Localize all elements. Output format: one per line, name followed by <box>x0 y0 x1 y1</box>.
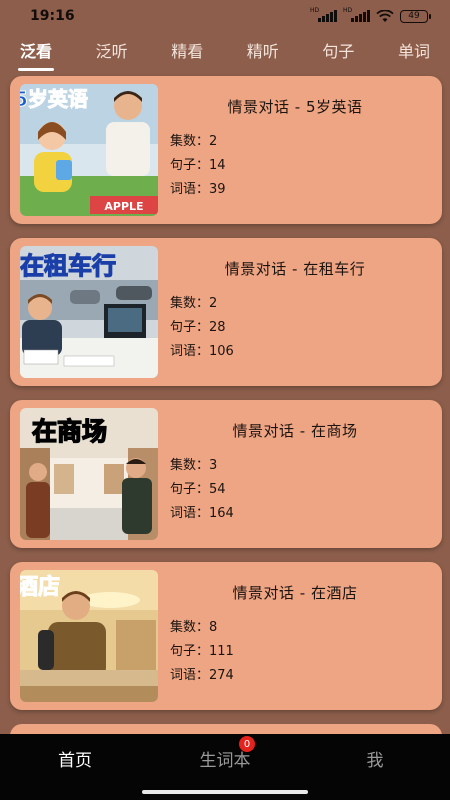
thumb-text: 酒店 <box>20 575 60 600</box>
course-title: 情景对话 - 在租车行 <box>224 260 366 278</box>
tab-fanting[interactable]: 泛听 <box>94 34 130 66</box>
course-list: APPLE 5岁英语 情景对话 - 5岁英语 集数：2 句子：14 词语：39 <box>10 76 442 744</box>
course-thumbnail: 在租车行 <box>20 246 158 378</box>
word-count: 词语：164 <box>170 506 234 521</box>
nav-home-label: 首页 <box>58 751 92 771</box>
course-stats: 集数：3 句子：54 词语：164 <box>170 454 234 526</box>
home-indicator[interactable] <box>142 790 308 794</box>
word-count: 词语：39 <box>170 182 226 197</box>
vocab-count-badge: 0 <box>239 736 255 752</box>
course-info: 情景对话 - 在租车行 集数：2 句子：28 词语：106 <box>158 246 432 378</box>
course-card[interactable]: 酒店 情景对话 - 在酒店 集数：8 句子：111 词语：274 <box>10 562 442 710</box>
course-info: 情景对话 - 在酒店 集数：8 句子：111 词语：274 <box>158 570 432 702</box>
nav-me[interactable]: 我 <box>325 746 425 771</box>
tab-sentences[interactable]: 句子 <box>320 34 356 66</box>
sentence-count: 句子：54 <box>170 482 226 497</box>
tab-fankan[interactable]: 泛看 <box>18 34 55 71</box>
signal-icon: HD <box>310 7 337 22</box>
sentence-count: 句子：28 <box>170 320 226 335</box>
course-thumbnail: 在商场 <box>20 408 158 540</box>
thumb-text: 在租车行 <box>20 252 116 280</box>
episode-count: 集数：3 <box>170 458 218 473</box>
course-title: 情景对话 - 在商场 <box>232 422 358 440</box>
course-stats: 集数：2 句子：28 词语：106 <box>170 292 234 364</box>
tab-words[interactable]: 单词 <box>396 34 432 66</box>
course-card[interactable]: 在租车行 情景对话 - 在租车行 集数：2 句子：28 词语：106 <box>10 238 442 386</box>
episode-count: 集数：2 <box>170 134 218 149</box>
battery-icon: 49 <box>400 9 431 23</box>
status-icons: HD HD 49 <box>310 7 431 23</box>
battery-level: 49 <box>408 11 420 21</box>
course-title: 情景对话 - 5岁英语 <box>227 98 363 116</box>
nav-vocab-label: 生词本 <box>199 751 251 771</box>
tab-jingkan[interactable]: 精看 <box>169 34 205 66</box>
tab-jingting[interactable]: 精听 <box>245 34 281 66</box>
nav-me-label: 我 <box>366 751 384 771</box>
sentence-count: 句子：14 <box>170 158 226 173</box>
status-bar: 19:16 HD HD 49 <box>0 0 450 32</box>
episode-count: 集数：2 <box>170 296 218 311</box>
signal-tag: HD <box>343 7 353 14</box>
course-info: 情景对话 - 在商场 集数：3 句子：54 词语：164 <box>158 408 432 540</box>
signal-icon: HD <box>343 7 370 22</box>
course-thumbnail: APPLE 5岁英语 <box>20 84 158 216</box>
course-info: 情景对话 - 5岁英语 集数：2 句子：14 词语：39 <box>158 84 432 216</box>
course-card[interactable]: 在商场 情景对话 - 在商场 集数：3 句子：54 词语：164 <box>10 400 442 548</box>
course-stats: 集数：8 句子：111 词语：274 <box>170 616 234 688</box>
nav-home[interactable]: 首页 <box>25 746 125 771</box>
course-stats: 集数：2 句子：14 词语：39 <box>170 130 226 202</box>
sentence-count: 句子：111 <box>170 644 234 659</box>
category-tabs: 泛看 泛听 精看 精听 句子 单词 <box>0 32 450 71</box>
word-count: 词语：274 <box>170 668 234 683</box>
course-thumbnail: 酒店 <box>20 570 158 702</box>
course-card[interactable]: APPLE 5岁英语 情景对话 - 5岁英语 集数：2 句子：14 词语：39 <box>10 76 442 224</box>
status-time: 19:16 <box>30 8 75 24</box>
episode-count: 集数：8 <box>170 620 218 635</box>
wifi-icon <box>376 9 394 22</box>
thumb-text: 在商场 <box>32 417 107 446</box>
course-title: 情景对话 - 在酒店 <box>232 584 358 602</box>
thumb-sub-text: APPLE <box>104 200 143 213</box>
word-count: 词语：106 <box>170 344 234 359</box>
signal-tag: HD <box>310 7 320 14</box>
thumb-text: 5岁英语 <box>20 87 88 111</box>
nav-vocab-book[interactable]: 生词本 0 <box>175 736 275 771</box>
